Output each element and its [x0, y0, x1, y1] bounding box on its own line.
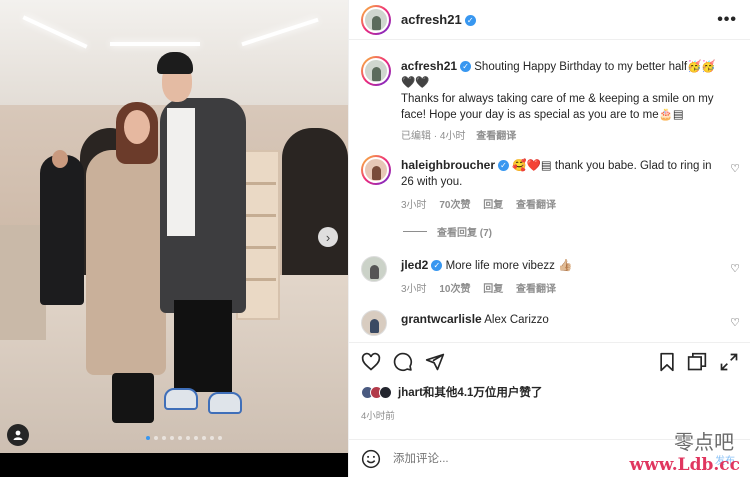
see-translation-link[interactable]: 查看翻译 — [476, 131, 516, 142]
carousel-dot — [178, 436, 182, 440]
likes-summary[interactable]: jhart和其他4.1万位用户赞了 — [361, 384, 542, 400]
emoji-icon[interactable] — [361, 449, 381, 469]
comment-username[interactable]: grantwcarlisle — [401, 312, 482, 326]
photo-light — [110, 42, 200, 46]
likes-text: jhart和其他4.1万位用户赞了 — [398, 387, 543, 399]
comment-text: 26 with you. — [401, 176, 463, 188]
photo-arch — [282, 128, 348, 278]
caption-text: face! Hope your day is as special as you… — [401, 109, 684, 121]
post-header: acfresh21 ✓ ••• — [349, 0, 750, 40]
more-options-button[interactable]: ••• — [717, 11, 737, 29]
avatar[interactable] — [361, 5, 391, 35]
liker-avatar — [379, 385, 392, 399]
comment-timestamp: 3小时 — [401, 200, 427, 211]
replies-divider — [403, 231, 427, 232]
like-comment-heart-icon[interactable]: ♡ — [730, 262, 740, 275]
comment-text: Alex Carizzo — [484, 314, 549, 326]
watermark-url: www.Ldb.cc — [629, 455, 740, 475]
watermark-logo: 零点吧 — [674, 430, 734, 454]
carousel-dot — [210, 436, 214, 440]
comment-text: More life more vibezz 👍🏼 — [445, 260, 573, 272]
heart-icon[interactable] — [361, 352, 381, 372]
tagged-users-button[interactable] — [7, 424, 29, 446]
photo-woman-coat — [86, 150, 166, 375]
carousel-dot — [218, 436, 222, 440]
carousel-dot — [170, 436, 174, 440]
edited-label: 已编辑 — [401, 131, 431, 142]
person-icon — [13, 430, 23, 440]
verified-badge-icon: ✓ — [460, 61, 472, 73]
comment-icon[interactable] — [393, 352, 413, 372]
verified-badge-icon: ✓ — [498, 160, 510, 172]
post-photo[interactable] — [0, 0, 348, 453]
comment-avatar[interactable] — [361, 256, 387, 282]
photo-background-person-head — [52, 150, 68, 168]
verified-badge-icon: ✓ — [431, 260, 443, 272]
collection-icon[interactable] — [687, 352, 707, 372]
comment-item: haleighbroucher ✓ 🥰❤️▤ thank you babe. Gl… — [401, 157, 726, 211]
view-replies-label: 查看回复 (7) — [437, 228, 492, 239]
next-photo-button[interactable]: › — [318, 227, 338, 247]
see-translation-link[interactable]: 查看翻译 — [516, 200, 556, 211]
photo-man-pants — [174, 300, 232, 392]
caption-timestamp: 4小时 — [439, 131, 466, 142]
like-comment-heart-icon[interactable]: ♡ — [730, 316, 740, 329]
save-bookmark-icon[interactable] — [657, 352, 677, 372]
add-comment-input[interactable] — [393, 448, 593, 470]
comment-item: jled2 ✓ More life more vibezz 👍🏼 3小时 10次赞… — [401, 257, 726, 295]
verified-badge-icon: ✓ — [464, 15, 476, 27]
share-icon[interactable] — [425, 352, 445, 372]
comment-like-count[interactable]: 10次赞 — [439, 284, 470, 295]
see-translation-link[interactable]: 查看翻译 — [516, 284, 556, 295]
comment-avatar[interactable] — [361, 155, 391, 185]
comment-timestamp: 3小时 — [401, 284, 427, 295]
carousel-dot — [202, 436, 206, 440]
comment-item: grantwcarlisle Alex Carizzo — [401, 311, 726, 328]
carousel-dot — [194, 436, 198, 440]
post-action-bar — [349, 342, 750, 378]
photo-woman-boots — [112, 373, 154, 423]
caption-text: Shouting Happy Birthday to my better hal… — [474, 61, 716, 73]
caption-avatar[interactable] — [361, 56, 391, 86]
carousel-indicator — [146, 436, 222, 440]
like-comment-heart-icon[interactable]: ♡ — [730, 162, 740, 175]
photo-bottom-bar — [0, 453, 348, 477]
photo-background-person — [40, 155, 84, 305]
reply-button[interactable]: 回复 — [483, 284, 503, 295]
comment-like-count[interactable]: 70次赞 — [439, 200, 470, 211]
carousel-dot — [146, 436, 150, 440]
carousel-dot — [154, 436, 158, 440]
caption: acfresh21 ✓ Shouting Happy Birthday to my… — [401, 58, 743, 142]
view-replies-button[interactable]: 查看回复 (7) — [403, 224, 492, 239]
post-timestamp: 4小时前 — [361, 411, 395, 422]
photo-shoe — [208, 392, 242, 414]
comment-avatar[interactable] — [361, 310, 387, 336]
carousel-dot — [186, 436, 190, 440]
caption-text: 🖤🖤 — [401, 77, 430, 89]
chevron-right-icon: › — [325, 229, 331, 245]
comment-username[interactable]: haleighbroucher — [401, 158, 495, 172]
comment-username[interactable]: jled2 — [401, 258, 428, 272]
caption-text: Thanks for always taking care of me & ke… — [401, 93, 714, 105]
reply-button[interactable]: 回复 — [483, 200, 503, 211]
photo-woman-face — [124, 110, 150, 144]
post-detail-panel: acfresh21 ✓ ••• acfresh21 ✓ Shouting Happy… — [348, 0, 750, 477]
caption-username[interactable]: acfresh21 — [401, 59, 457, 73]
instagram-post-window: › acfresh21 ✓ ••• acfresh21 ✓ Shouting Hap… — [0, 0, 750, 477]
photo-man-beanie — [157, 52, 193, 74]
expand-icon[interactable] — [719, 352, 739, 372]
header-username[interactable]: acfresh21 — [401, 12, 462, 27]
comment-text: 🥰❤️▤ thank you babe. Glad to ring in — [512, 160, 712, 172]
photo-shoe — [164, 388, 198, 410]
carousel-dot — [162, 436, 166, 440]
photo-man-shirt — [167, 108, 195, 236]
